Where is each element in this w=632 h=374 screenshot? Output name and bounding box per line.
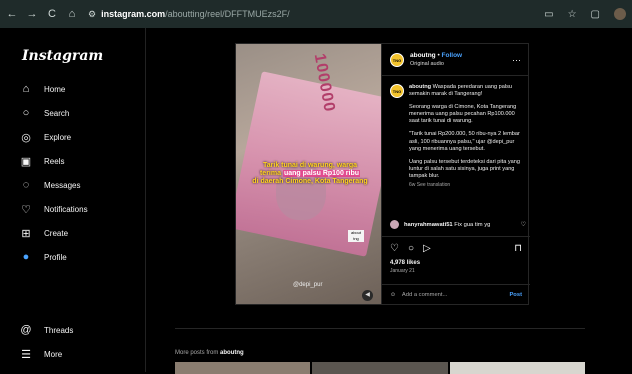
- see-translation-link[interactable]: See translation: [417, 182, 450, 188]
- url-host: instagram.com: [101, 9, 166, 19]
- sidebar-item-label: Notifications: [44, 204, 88, 214]
- plus-square-icon: ⊞: [21, 227, 31, 240]
- sidebar-item-explore[interactable]: ◎ Explore: [20, 131, 72, 144]
- video-caption-overlay: Tarik tunai di warung, warga terima uang…: [242, 162, 378, 186]
- caption-paragraph: Seorang warga di Cimone, Kota Tangerang …: [409, 104, 517, 125]
- browser-actions: ▭ ☆ ▢: [544, 8, 626, 20]
- sidebar-item-label: Profile: [44, 252, 67, 262]
- post-comment-button[interactable]: Post: [509, 292, 522, 298]
- sidebar-item-more[interactable]: ☰ More: [20, 348, 63, 361]
- sidebar-item-label: Home: [44, 84, 66, 94]
- home-icon[interactable]: ⌂: [66, 8, 78, 20]
- like-count[interactable]: 4,978 likes: [390, 260, 522, 266]
- home-icon: ⌂: [22, 83, 30, 95]
- post-details: TNG aboutng • Follow Original audio ··· …: [381, 44, 530, 304]
- profile-avatar[interactable]: [614, 8, 626, 20]
- heart-icon: ♡: [21, 203, 31, 216]
- url-path: /aboutting/reel/DFFTMUEzs2F/: [165, 9, 290, 19]
- profile-avatar-icon: ●: [22, 251, 30, 263]
- post-thumbnail[interactable]: [449, 362, 585, 374]
- threads-icon: @: [20, 324, 32, 336]
- sidebar-item-home[interactable]: ⌂ Home: [20, 83, 66, 95]
- video-watermark: @depi_pur: [293, 282, 323, 288]
- share-icon[interactable]: ▷: [423, 243, 431, 254]
- forward-icon[interactable]: →: [26, 8, 38, 20]
- commenter-avatar[interactable]: [390, 220, 399, 229]
- browser-toolbar: ← → C ⌂ ⚙ instagram.com/aboutting/reel/D…: [0, 0, 632, 28]
- post-card: 100000 Tarik tunai di warung, warga teri…: [235, 43, 530, 305]
- sidebar-item-label: More: [44, 349, 63, 359]
- site-settings-icon[interactable]: ⚙: [88, 9, 96, 20]
- sidebar-item-threads[interactable]: @ Threads: [20, 324, 73, 336]
- commenter-name[interactable]: hanyrahmawati51: [404, 222, 453, 228]
- post-actions: ♡ ○ ▷ ⊓ 4,978 likes January 21: [382, 236, 530, 274]
- main-content: 100000 Tarik tunai di warung, warga teri…: [147, 28, 632, 374]
- aboutng-stamp-logo: about tng: [348, 230, 364, 242]
- bookmark-icon[interactable]: ⊓: [514, 243, 522, 254]
- sidebar-item-notifications[interactable]: ♡ Notifications: [20, 203, 88, 216]
- caption-age: 6w: [409, 182, 416, 189]
- section-divider: [175, 328, 585, 329]
- follow-button[interactable]: Follow: [442, 52, 463, 59]
- author-avatar[interactable]: TNG: [390, 52, 404, 67]
- mute-icon[interactable]: ◀: [362, 290, 373, 301]
- emoji-icon[interactable]: ☺: [390, 292, 396, 298]
- caption-author[interactable]: aboutng: [409, 84, 431, 90]
- overlay-highlight: uang palsu Rp100 ribu: [282, 170, 361, 177]
- sidebar-item-label: Messages: [44, 180, 81, 190]
- comment-icon[interactable]: ○: [408, 243, 414, 254]
- author-name[interactable]: aboutng: [410, 52, 436, 59]
- comment-row: hanyrahmawati51 Fix gua tim yg ♡: [390, 220, 526, 229]
- audio-label[interactable]: Original audio: [410, 60, 462, 68]
- post-thumbnail[interactable]: [175, 362, 311, 374]
- post-date: January 21: [390, 268, 415, 274]
- reels-icon: ▣: [20, 155, 32, 168]
- caption-paragraph: Uang palsu tersebut terdeteksi dari pita…: [409, 158, 521, 179]
- sidebar-item-reels[interactable]: ▣ Reels: [20, 155, 65, 168]
- overlay-line: terima: [259, 170, 283, 177]
- compass-icon: ◎: [21, 131, 31, 144]
- sidebar-item-label: Threads: [44, 325, 74, 335]
- more-posts-prefix: More posts from: [175, 350, 221, 356]
- sidebar-item-profile[interactable]: ● Profile: [20, 251, 67, 263]
- reel-video[interactable]: 100000 Tarik tunai di warung, warga teri…: [236, 44, 381, 304]
- post-caption: TNG aboutng Waspada peredaran uang palsu…: [390, 84, 526, 189]
- more-posts-grid: [175, 362, 585, 374]
- sidebar-item-messages[interactable]: ◌ Messages: [20, 179, 81, 191]
- post-thumbnail[interactable]: [312, 362, 448, 374]
- post-header: TNG aboutng • Follow Original audio ···: [382, 44, 529, 76]
- more-posts-heading: More posts from aboutng: [175, 350, 244, 356]
- add-comment-bar: ☺ Add a comment... Post: [382, 284, 530, 304]
- author-info: aboutng • Follow Original audio: [410, 51, 463, 68]
- address-bar[interactable]: ⚙ instagram.com/aboutting/reel/DFFTMUEzs…: [88, 5, 290, 23]
- overlay-line: Tarik tunai di warung, warga: [263, 162, 357, 169]
- reload-icon[interactable]: C: [46, 8, 58, 20]
- overlay-line: di daerah Cimone, Kota Tangerang: [252, 178, 368, 185]
- sidebar-item-label: Search: [44, 108, 70, 118]
- sidebar-item-create[interactable]: ⊞ Create: [20, 227, 69, 240]
- like-icon[interactable]: ♡: [390, 243, 399, 254]
- instagram-logo[interactable]: Instagram: [22, 48, 103, 64]
- caption-paragraph: "Tarik tunai Rp200.000, 50 ribu-nya 2 le…: [409, 131, 520, 152]
- more-posts-author[interactable]: aboutng: [220, 350, 244, 356]
- extensions-icon[interactable]: ▢: [591, 9, 600, 20]
- sidebar-item-search[interactable]: ○ Search: [20, 107, 70, 119]
- back-icon[interactable]: ←: [6, 8, 18, 20]
- like-comment-icon[interactable]: ♡: [521, 221, 526, 228]
- comment-input[interactable]: Add a comment...: [402, 292, 504, 298]
- menu-icon: ☰: [21, 348, 31, 361]
- bookmark-star-icon[interactable]: ☆: [568, 9, 577, 20]
- sidebar-item-label: Create: [44, 228, 69, 238]
- search-icon: ○: [22, 107, 30, 119]
- screen-cast-icon[interactable]: ▭: [544, 9, 553, 20]
- sidebar-item-label: Explore: [44, 132, 72, 142]
- caption-author-avatar[interactable]: TNG: [390, 84, 404, 98]
- comment-text: Fix gua tim yg: [452, 221, 491, 228]
- more-options-icon[interactable]: ···: [512, 55, 521, 65]
- sidebar: Instagram ⌂ Home ○ Search ◎ Explore ▣ Reels …: [0, 28, 146, 372]
- messenger-icon: ◌: [22, 179, 30, 191]
- sidebar-item-label: Reels: [44, 156, 65, 166]
